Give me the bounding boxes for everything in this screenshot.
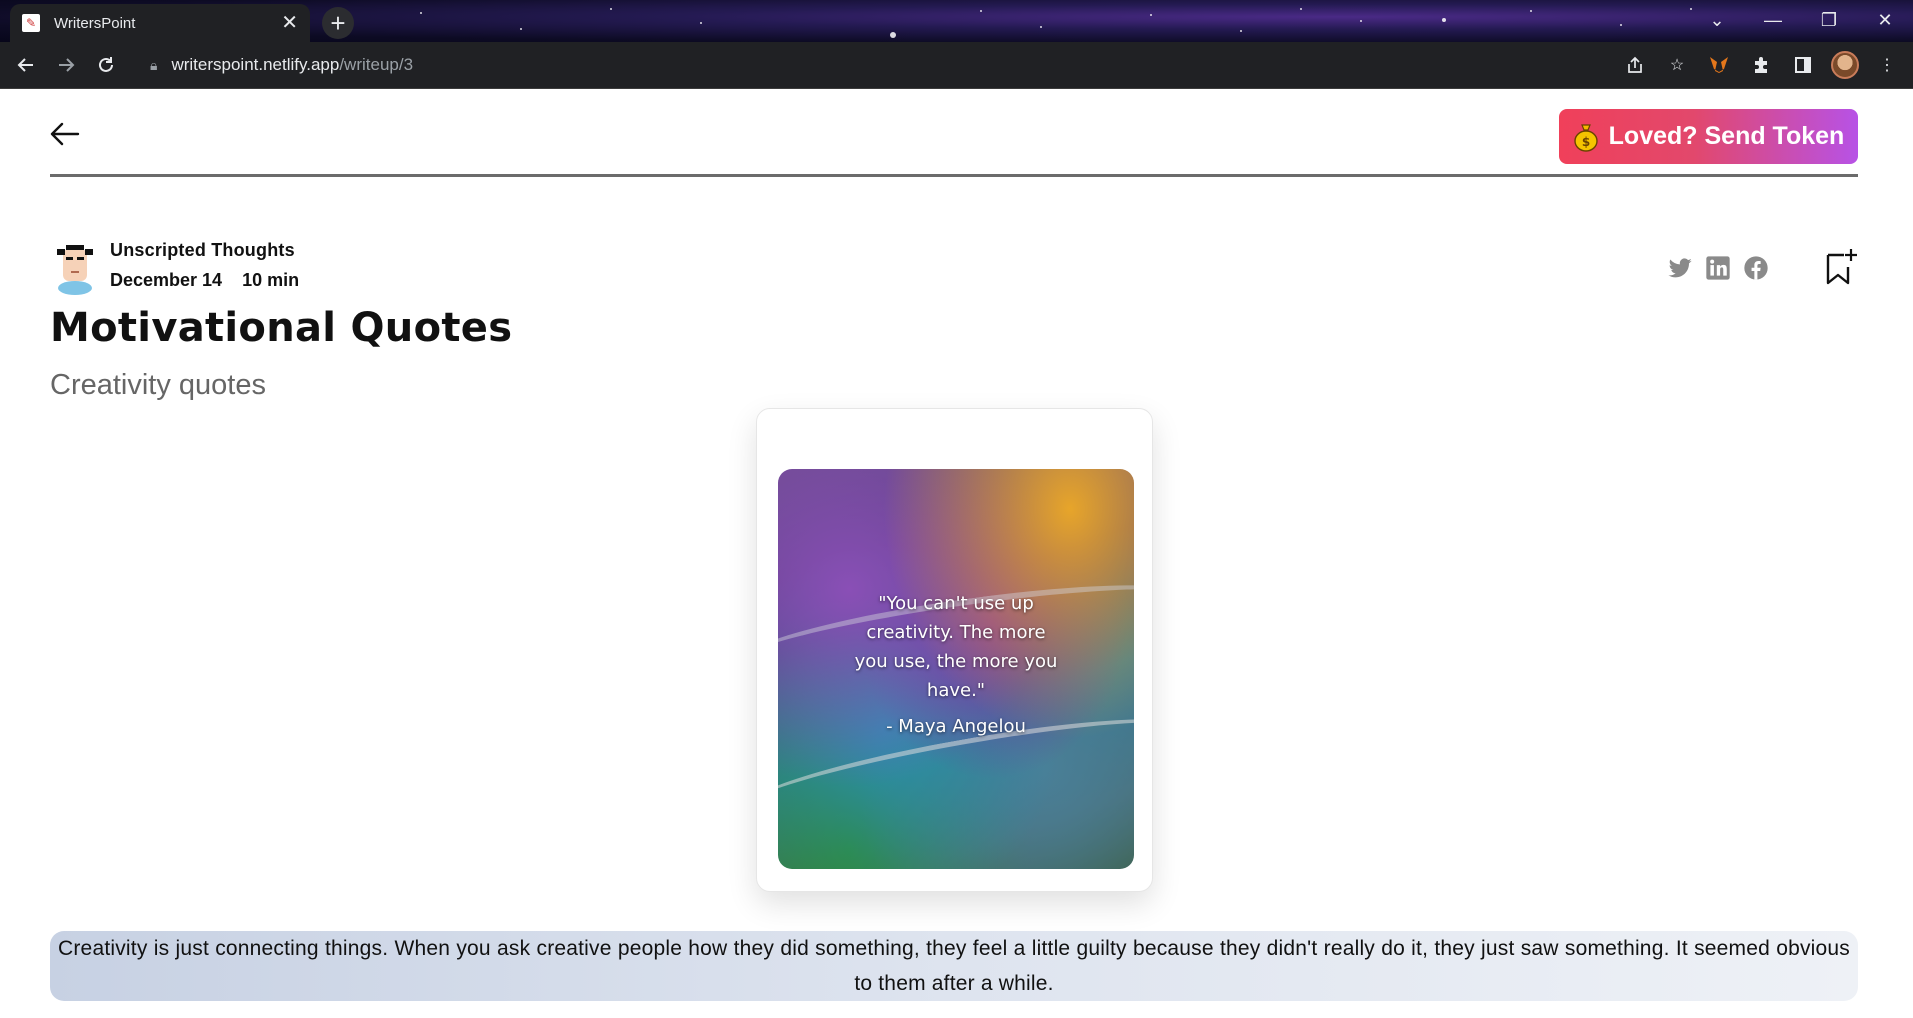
tab-close-icon[interactable]: ✕ xyxy=(281,13,298,33)
image-quote-author: - Maya Angelou xyxy=(886,716,1026,737)
side-panel-icon[interactable] xyxy=(1785,47,1821,83)
bookmark-add-icon[interactable] xyxy=(1822,247,1858,287)
metamask-extension-icon[interactable] xyxy=(1701,47,1737,83)
author-name[interactable]: Unscripted Thoughts xyxy=(110,240,295,261)
close-window-button[interactable]: ✕ xyxy=(1857,0,1913,40)
forward-nav-icon[interactable] xyxy=(46,45,86,85)
share-page-icon[interactable] xyxy=(1617,47,1653,83)
send-token-label: Loved? Send Token xyxy=(1608,122,1845,150)
post-subtitle: Creativity quotes xyxy=(50,369,266,401)
window-controls: ⌄ — ❐ ✕ xyxy=(1689,0,1913,40)
lock-icon[interactable]: 🔒︎ xyxy=(150,57,157,74)
writeup-page: $ Loved? Send Token Unscripted Thoughts … xyxy=(0,89,1913,1018)
profile-avatar[interactable] xyxy=(1827,47,1863,83)
tab-search-icon[interactable]: ⌄ xyxy=(1689,0,1745,40)
post-meta: December 14 10 min xyxy=(110,270,299,291)
send-token-button[interactable]: $ Loved? Send Token xyxy=(1559,109,1858,164)
tab-title: WritersPoint xyxy=(54,14,136,32)
share-links xyxy=(1666,254,1770,282)
back-arrow-icon[interactable] xyxy=(48,119,82,149)
browser-toolbar: 🔒︎ writerspoint.netlify.app/writeup/3 ☆ … xyxy=(0,42,1913,88)
money-bag-icon: $ xyxy=(1573,122,1599,152)
new-tab-button[interactable]: + xyxy=(322,7,354,39)
bookmark-star-icon[interactable]: ☆ xyxy=(1659,47,1695,83)
post-title: Motivational Quotes xyxy=(50,305,513,351)
svg-text:$: $ xyxy=(1581,135,1589,149)
browser-tab-active[interactable]: ✎ WritersPoint ✕ xyxy=(10,4,310,42)
chrome-menu-icon[interactable]: ⋮ xyxy=(1869,47,1905,83)
toolbar-actions: ☆ ⋮ xyxy=(1617,42,1905,88)
url-path: /writeup/3 xyxy=(339,55,414,74)
restore-button[interactable]: ❐ xyxy=(1801,0,1857,40)
post-body-paragraph: Creativity is just connecting things. Wh… xyxy=(50,931,1858,1001)
minimize-button[interactable]: — xyxy=(1745,0,1801,40)
browser-tabstrip: ✎ WritersPoint ✕ + ⌄ — ❐ ✕ xyxy=(0,0,1913,42)
image-quote-text: "You can't use up creativity. The more y… xyxy=(854,593,1058,701)
back-nav-icon[interactable] xyxy=(6,45,46,85)
quote-image-card: "You can't use up creativity. The more y… xyxy=(756,408,1153,892)
post-date: December 14 xyxy=(110,270,223,290)
facebook-icon[interactable] xyxy=(1742,254,1770,282)
reload-icon[interactable] xyxy=(86,45,126,85)
site-favicon-icon: ✎ xyxy=(22,14,40,32)
extensions-puzzle-icon[interactable] xyxy=(1743,47,1779,83)
linkedin-icon[interactable] xyxy=(1704,254,1732,282)
quote-image: "You can't use up creativity. The more y… xyxy=(778,469,1134,869)
url-host: writerspoint.netlify.app xyxy=(171,55,340,74)
address-bar[interactable]: 🔒︎ writerspoint.netlify.app/writeup/3 xyxy=(136,47,1736,83)
twitter-icon[interactable] xyxy=(1666,254,1694,282)
author-avatar[interactable] xyxy=(50,241,100,295)
read-time: 10 min xyxy=(242,270,300,290)
header-divider xyxy=(50,174,1858,177)
